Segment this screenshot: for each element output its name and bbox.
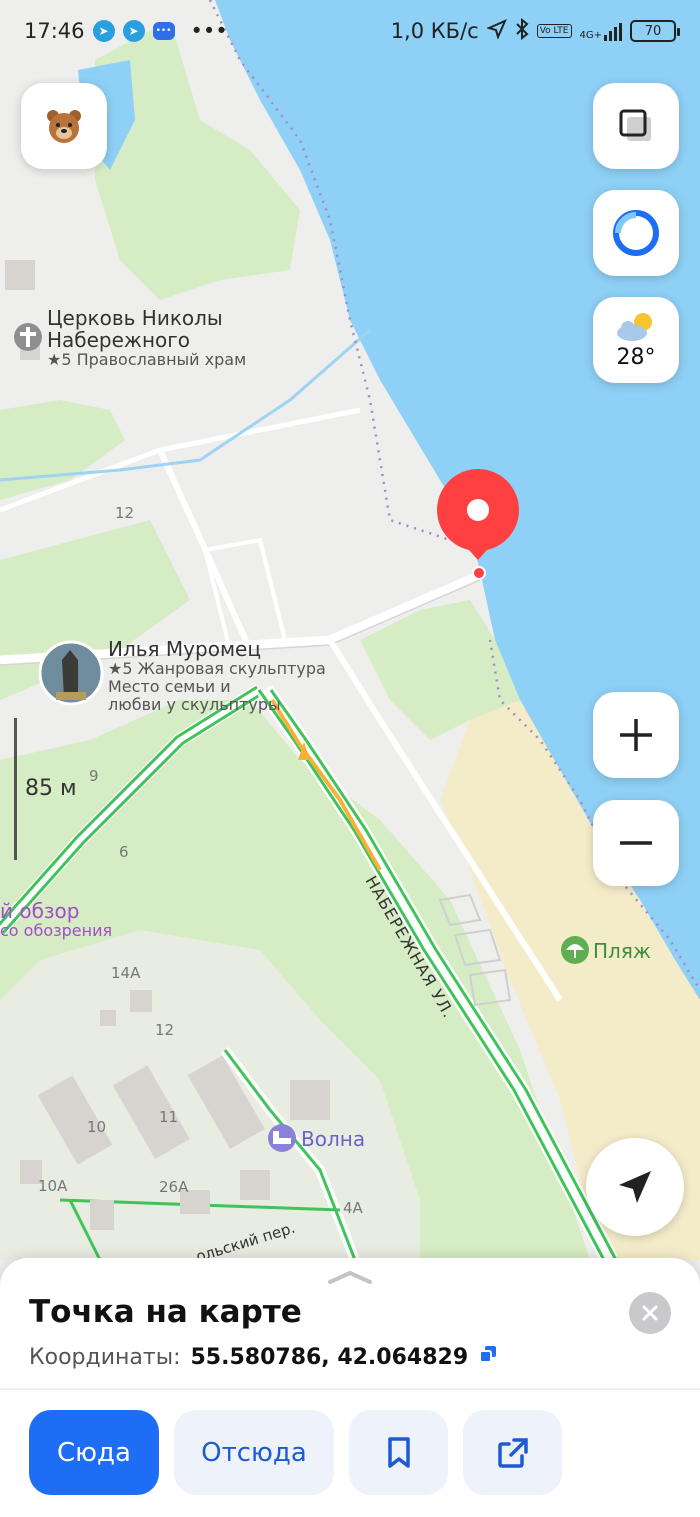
alice-assistant-button[interactable] bbox=[593, 190, 679, 276]
house-number: 10А bbox=[38, 1177, 68, 1195]
coordinates-value[interactable]: 55.580786, 42.064829 bbox=[190, 1345, 468, 1370]
share-icon bbox=[497, 1437, 528, 1468]
poi-statue-sub-3: любви у скульптуры bbox=[108, 695, 281, 714]
coordinates-label: Координаты: bbox=[29, 1344, 181, 1370]
navigation-arrow-icon bbox=[619, 1171, 651, 1203]
bookmark-button[interactable] bbox=[349, 1410, 448, 1495]
hotel-icon bbox=[268, 1124, 296, 1152]
layers-icon bbox=[619, 109, 651, 141]
poi-church-sub: ★5 Православный храм bbox=[47, 350, 247, 369]
house-number: 10 bbox=[87, 1118, 107, 1136]
partly-cloudy-icon bbox=[617, 312, 652, 341]
beach-icon bbox=[561, 936, 589, 964]
telegram-icon: ➤ bbox=[92, 20, 115, 42]
route-to-button[interactable]: Сюда bbox=[29, 1410, 159, 1495]
close-button[interactable] bbox=[629, 1292, 671, 1334]
zoom-out-button[interactable] bbox=[593, 800, 679, 886]
statue-photo[interactable] bbox=[38, 640, 104, 706]
plus-icon bbox=[620, 719, 652, 751]
network-type: 4G+ bbox=[579, 30, 603, 41]
poi-viewpoint[interactable]: й обзор со обозрения bbox=[0, 900, 112, 940]
poi-statue-name: Илья Муромец bbox=[108, 637, 261, 661]
scale-label: 85 м bbox=[25, 776, 77, 801]
copy-icon[interactable] bbox=[478, 1344, 498, 1370]
sheet-handle-chevron-up-icon[interactable] bbox=[328, 1270, 372, 1284]
poi-statue[interactable]: Илья Муромец ★5 Жанровая скульптура Мест… bbox=[108, 638, 326, 714]
minus-icon bbox=[620, 841, 652, 845]
poi-church[interactable]: Церковь Николы Набережного ★5 Православн… bbox=[47, 307, 246, 369]
weather-button[interactable]: 28° bbox=[593, 297, 679, 383]
alice-icon bbox=[613, 210, 659, 256]
close-icon bbox=[642, 1305, 658, 1321]
scale-bar bbox=[14, 718, 17, 860]
poi-statue-sub-1: ★5 Жанровая скульптура bbox=[108, 659, 326, 678]
zoom-in-button[interactable] bbox=[593, 692, 679, 778]
house-number: 6 bbox=[119, 843, 129, 861]
share-button[interactable] bbox=[463, 1410, 562, 1495]
battery-icon: 70 bbox=[630, 20, 680, 42]
bear-avatar-icon bbox=[47, 110, 81, 143]
location-icon bbox=[485, 18, 507, 44]
house-number: 12 bbox=[115, 504, 135, 522]
layers-button[interactable] bbox=[593, 83, 679, 169]
poi-viewpoint-name: й обзор bbox=[0, 899, 80, 923]
poi-beach[interactable]: Пляж bbox=[593, 939, 651, 963]
house-number: 4А bbox=[343, 1199, 363, 1217]
house-number: 26А bbox=[159, 1178, 189, 1196]
divider bbox=[0, 1388, 700, 1390]
my-location-button[interactable] bbox=[586, 1138, 684, 1236]
status-bar: 17:46 ➤ ➤ ••• ••• 1,0 КБ/с Vo LTE 4G+ 70 bbox=[0, 0, 700, 62]
profile-button[interactable] bbox=[21, 83, 107, 169]
poi-hotel[interactable]: Волна bbox=[301, 1127, 365, 1151]
church-icon bbox=[14, 323, 42, 351]
more-notifications: ••• bbox=[190, 19, 228, 43]
bluetooth-icon bbox=[515, 17, 529, 45]
weather-temperature: 28° bbox=[616, 344, 656, 370]
status-time: 17:46 bbox=[24, 19, 85, 43]
route-from-button[interactable]: Отсюда bbox=[174, 1410, 334, 1495]
poi-statue-sub-2: Место семьи и bbox=[108, 677, 231, 696]
chat-icon: ••• bbox=[152, 22, 175, 40]
place-card-sheet: Точка на карте Координаты: 55.580786, 42… bbox=[0, 1258, 700, 1517]
coordinates-row: Координаты: 55.580786, 42.064829 bbox=[29, 1344, 498, 1370]
poi-church-name-2: Набережного bbox=[47, 328, 191, 352]
action-buttons: Сюда Отсюда bbox=[29, 1410, 562, 1495]
house-number: 12 bbox=[155, 1021, 175, 1039]
bookmark-icon bbox=[387, 1436, 410, 1468]
network-speed: 1,0 КБ/с bbox=[390, 19, 479, 43]
place-title: Точка на карте bbox=[29, 1294, 302, 1330]
telegram-icon: ➤ bbox=[122, 20, 145, 42]
poi-church-name-1: Церковь Николы bbox=[47, 306, 223, 330]
house-number: 14А bbox=[111, 964, 141, 982]
volte-icon: Vo LTE bbox=[536, 24, 572, 38]
house-number: 9 bbox=[89, 767, 99, 785]
poi-viewpoint-sub: со обозрения bbox=[0, 921, 113, 940]
signal-icon bbox=[604, 21, 622, 41]
house-number: 11 bbox=[159, 1108, 179, 1126]
